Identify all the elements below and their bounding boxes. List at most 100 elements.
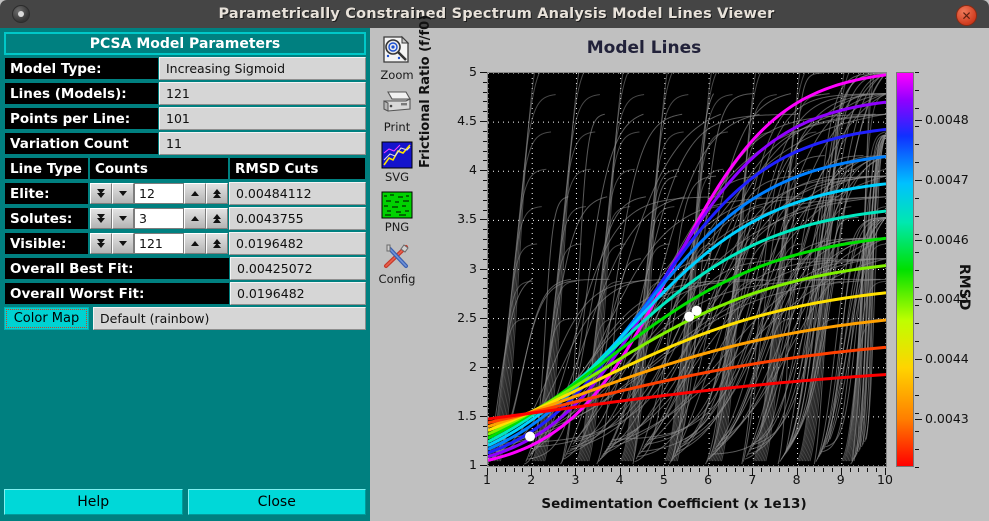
- x-tick-mark-minor: [548, 468, 550, 472]
- x-tick-mark-minor: [867, 468, 869, 472]
- field-label: Points per Line:: [4, 107, 159, 130]
- close-icon[interactable]: ✕: [956, 5, 977, 26]
- x-tick-mark: [885, 468, 886, 475]
- y-tick-mark: [480, 121, 487, 123]
- x-tick-mark-minor: [513, 468, 515, 472]
- colorbar-tick-mark-minor: [915, 359, 919, 361]
- x-tick-mark-minor: [734, 468, 736, 472]
- panel-header: PCSA Model Parameters: [4, 32, 366, 55]
- y-axis-label: Frictional Ratio (f/f0): [418, 14, 433, 168]
- stepper-fast-down-icon[interactable]: [90, 183, 112, 204]
- elite-count-input[interactable]: 12: [134, 183, 184, 204]
- counts-row-visible: Visible: 121 0.0196482: [4, 232, 366, 255]
- stepper-fast-down-icon[interactable]: [90, 208, 112, 229]
- elite-count-stepper[interactable]: 12: [89, 182, 229, 205]
- png-icon: [381, 191, 413, 219]
- x-tick-mark: [575, 468, 577, 475]
- solute-marker: [525, 431, 536, 442]
- help-button[interactable]: Help: [4, 489, 183, 515]
- colorbar-tick-mark-minor: [915, 377, 919, 379]
- panel-button-row: Help Close: [4, 489, 366, 515]
- stepper-down-icon[interactable]: [112, 208, 134, 229]
- application-window: Parametrically Constrained Spectrum Anal…: [0, 0, 989, 521]
- x-tick-mark-minor: [787, 468, 789, 472]
- stepper-down-icon[interactable]: [112, 183, 134, 204]
- colorbar-tick-mark-minor: [915, 467, 919, 468]
- x-tick-mark-minor: [628, 468, 630, 472]
- x-tick-mark-minor: [805, 468, 807, 472]
- row-label: Elite:: [4, 182, 89, 205]
- close-button[interactable]: Close: [187, 489, 366, 515]
- colorbar-tick-mark-minor: [915, 395, 919, 397]
- colorbar-tick-mark-minor: [915, 215, 919, 217]
- toolbar-item-svg[interactable]: SVG: [370, 134, 424, 184]
- stepper-fast-up-icon[interactable]: [206, 183, 228, 204]
- x-tick-mark: [619, 468, 621, 475]
- stepper-fast-down-icon[interactable]: [90, 233, 112, 254]
- colorbar-tick-label: 0.0047: [925, 171, 969, 187]
- counts-row-elite: Elite: 12 0.00484112: [4, 182, 366, 205]
- field-model-type: Model Type: Increasing Sigmoid: [4, 57, 366, 80]
- x-tick-mark-minor: [655, 468, 657, 472]
- stepper-up-icon[interactable]: [184, 208, 206, 229]
- x-tick-mark-minor: [849, 468, 851, 472]
- solutes-count-input[interactable]: 3: [134, 208, 184, 229]
- toolbar-item-label: SVG: [384, 170, 410, 184]
- x-tick-mark-minor: [601, 468, 603, 472]
- visible-rmsd-cut: 0.0196482: [229, 232, 366, 255]
- solutes-count-stepper[interactable]: 3: [89, 207, 229, 230]
- header-line-type: Line Type: [4, 157, 89, 180]
- toolbar-item-config[interactable]: Config: [370, 234, 424, 286]
- x-tick-mark-minor: [681, 468, 683, 472]
- toolbar-item-png[interactable]: PNG: [370, 184, 424, 234]
- stepper-fast-up-icon[interactable]: [206, 208, 228, 229]
- toolbar-item-label: Zoom: [380, 68, 414, 82]
- colorbar-tick-mark-minor: [915, 197, 919, 199]
- field-value: 101: [159, 107, 366, 130]
- y-tick-mark: [480, 415, 487, 417]
- field-label: Variation Count: [4, 132, 159, 155]
- colorbar-tick-mark-minor: [915, 161, 919, 163]
- colorbar: [896, 72, 914, 467]
- colorbar-tick-mark-minor: [915, 233, 919, 235]
- colorbar-tick-mark-minor: [915, 341, 919, 343]
- colorbar-tick-mark: [915, 299, 922, 301]
- x-tick-mark-minor: [690, 468, 692, 472]
- stepper-up-icon[interactable]: [184, 183, 206, 204]
- field-value: 11: [159, 132, 366, 155]
- x-tick-mark: [487, 468, 488, 475]
- parameters-panel: PCSA Model Parameters Model Type: Increa…: [0, 28, 370, 521]
- stepper-up-icon[interactable]: [184, 233, 206, 254]
- color-map-button[interactable]: Color Map: [4, 307, 89, 330]
- window-menu-icon[interactable]: [12, 5, 30, 23]
- colorbar-tick-mark-minor: [915, 413, 919, 415]
- x-tick-mark-minor: [725, 468, 727, 472]
- solutes-rmsd-cut: 0.0043755: [229, 207, 366, 230]
- colorbar-tick-mark-minor: [915, 125, 919, 127]
- plot-panel: Model Lines Frictional Ratio (f/f0) Sedi…: [418, 15, 989, 521]
- field-points-per-line: Points per Line: 101: [4, 107, 366, 130]
- toolbar-item-zoom[interactable]: Zoom: [370, 28, 424, 82]
- stepper-fast-up-icon[interactable]: [206, 233, 228, 254]
- toolbar-item-print[interactable]: Print: [370, 82, 424, 134]
- row-overall-best-fit: Overall Best Fit: 0.00425072: [4, 257, 366, 280]
- overall-worst-fit-value: 0.0196482: [230, 282, 366, 305]
- model-lines-plot: [488, 73, 886, 466]
- stepper-down-icon[interactable]: [112, 233, 134, 254]
- x-tick-mark: [796, 468, 798, 475]
- visible-count-stepper[interactable]: 121: [89, 232, 229, 255]
- solute-marker: [691, 305, 702, 316]
- plot-canvas[interactable]: [487, 72, 887, 467]
- x-tick-mark-minor: [646, 468, 648, 472]
- toolbar-item-label: Config: [378, 272, 416, 286]
- x-tick-mark-minor: [566, 468, 568, 472]
- row-label: Solutes:: [4, 207, 89, 230]
- y-tick-mark: [480, 219, 487, 221]
- y-tick-mark: [480, 317, 487, 319]
- x-tick-mark-minor: [858, 468, 860, 472]
- colorbar-tick-mark: [915, 239, 922, 241]
- x-tick-mark-minor: [699, 468, 701, 472]
- x-tick-mark-minor: [876, 468, 878, 472]
- plot-toolbar: Zoom Print SVG PNG Config: [370, 28, 424, 521]
- visible-count-input[interactable]: 121: [134, 233, 184, 254]
